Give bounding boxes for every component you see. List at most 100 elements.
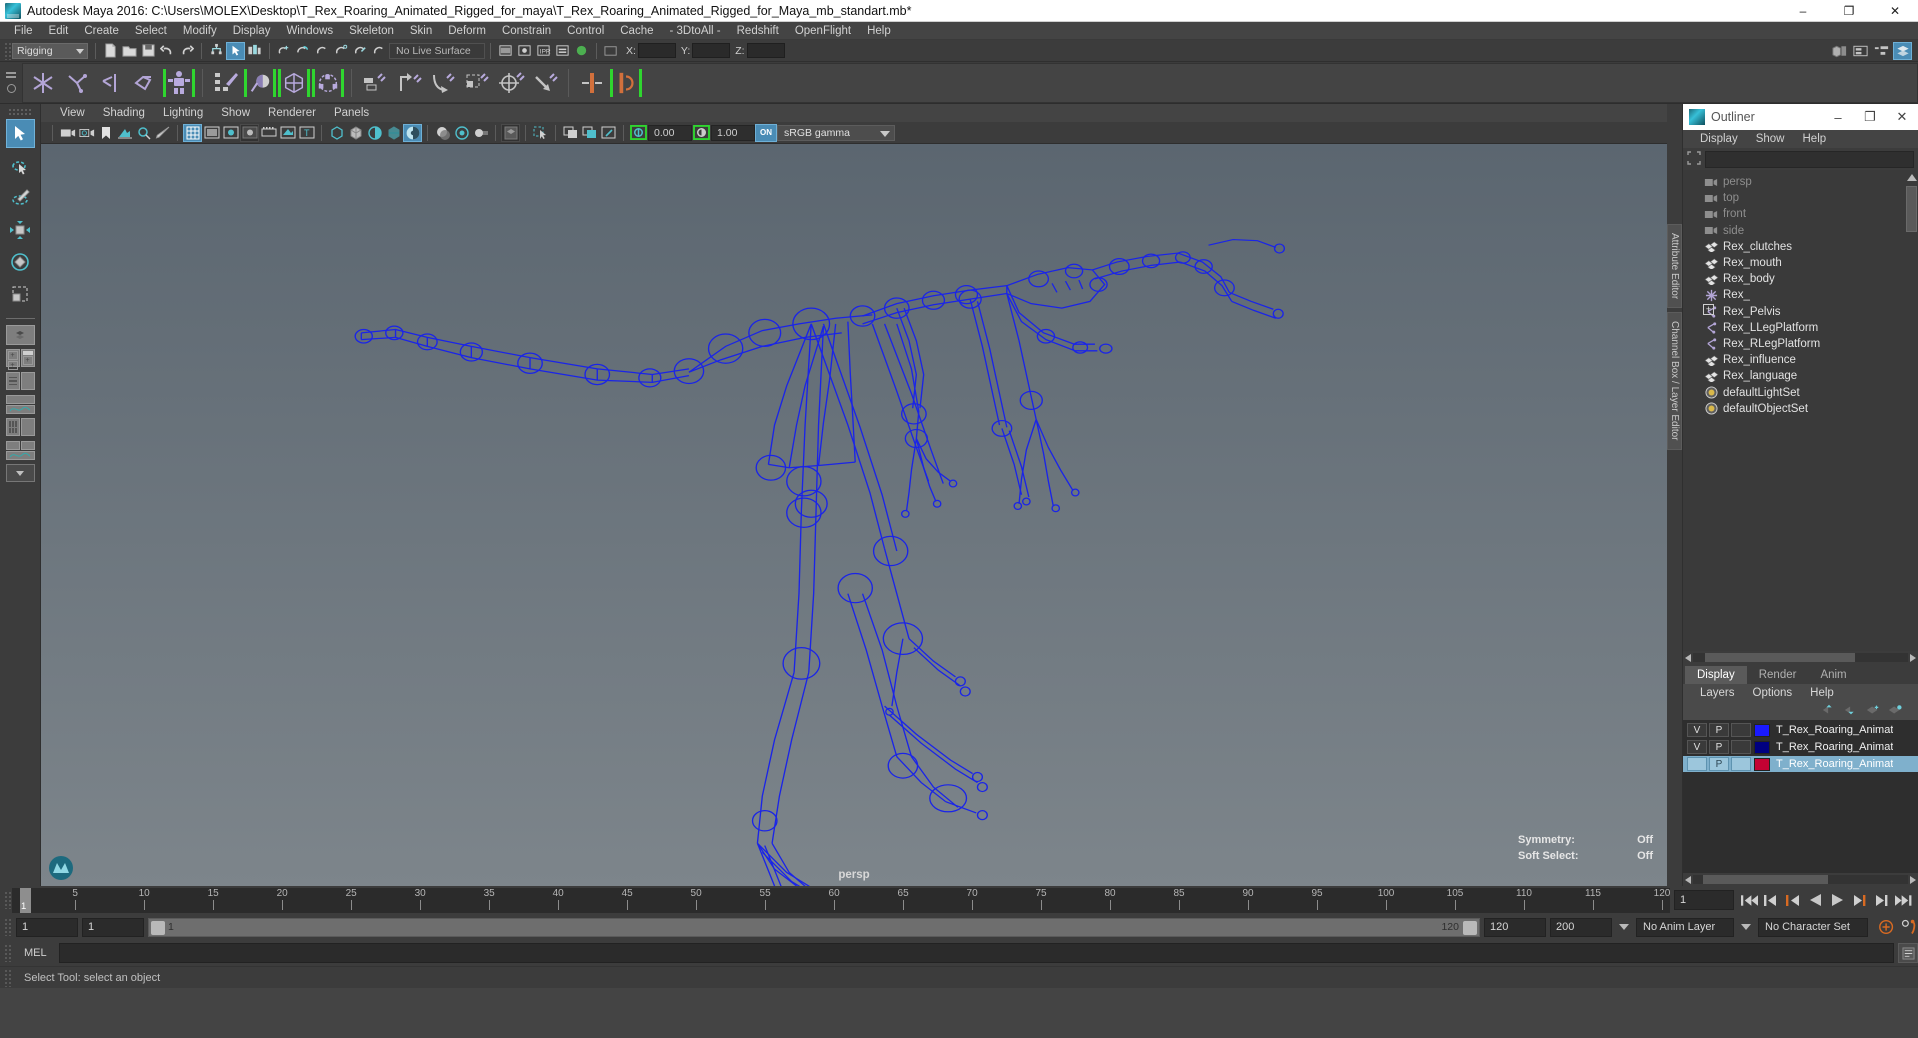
gamma-toggle-icon[interactable] [692,124,711,142]
command-input[interactable] [58,943,1894,963]
orient-constraint-icon[interactable] [427,67,459,99]
new-scene-icon[interactable] [101,42,120,60]
aim-constraint-icon[interactable] [495,67,527,99]
open-scene-icon[interactable] [120,42,139,60]
layer-row[interactable]: V P T_Rex_Roaring_Animat [1683,722,1918,738]
snapshot-view-icon[interactable] [599,124,618,142]
go-to-end-button[interactable] [1894,890,1912,910]
menu-set-selector[interactable]: Rigging [12,42,88,59]
outliner-item-rex-language[interactable]: Rex_language [1683,368,1918,384]
rangeslider-grip[interactable] [4,918,12,936]
exposure-toggle-icon[interactable] [629,124,648,142]
layer-row[interactable]: P T_Rex_Roaring_Animat [1683,756,1918,772]
hypershade-layout-button[interactable] [5,417,35,437]
shelf-tab-handle[interactable] [0,62,22,104]
show-attribute-editor-icon[interactable] [1851,42,1870,60]
shaded-wireframe-icon[interactable] [365,124,384,142]
outliner-item-defaultobjectset[interactable]: defaultObjectSet [1683,401,1918,417]
viewport-menu-lighting[interactable]: Lighting [154,107,212,119]
scroll-right-icon[interactable] [1910,875,1916,884]
layer-menu-layers[interactable]: Layers [1691,687,1744,699]
layer-display-type-toggle[interactable] [1731,757,1751,771]
commandline-grip[interactable] [4,944,12,962]
film-gate-icon[interactable] [202,124,221,142]
menu-cache[interactable]: Cache [612,22,661,40]
outliner-close-button[interactable]: ✕ [1886,104,1918,130]
outliner-persp-layout-button[interactable] [5,371,35,391]
layer-menu-help[interactable]: Help [1801,687,1843,699]
layer-name[interactable]: T_Rex_Roaring_Animat [1776,724,1893,736]
persp-outliner-graph-layout-button[interactable] [5,440,35,460]
animation-end-field[interactable]: 200 [1550,917,1612,937]
layer-horizontal-scrollbar[interactable] [1683,873,1918,886]
outliner-filter-icon[interactable] [1687,150,1701,168]
layer-display-type-toggle[interactable] [1731,723,1751,737]
select-hierarchy-icon[interactable] [207,42,226,60]
layer-visibility-toggle[interactable] [1687,757,1707,771]
show-modeling-toolkit-icon[interactable] [1830,42,1849,60]
outliner-maximize-button[interactable]: ❐ [1854,104,1886,130]
outliner-tree[interactable]: + persp top front side Rex_clutches Rex_… [1683,170,1918,651]
select-object-icon[interactable] [226,41,245,60]
move-tool-icon[interactable] [602,42,621,60]
play-backwards-button[interactable] [1806,890,1824,910]
pole-vector-constraint-icon[interactable] [529,67,561,99]
animation-preferences-icon[interactable] [1900,917,1918,937]
toolbox-grip[interactable] [8,108,32,116]
auto-keyframe-toggle-icon[interactable] [1878,917,1896,937]
tab-display[interactable]: Display [1685,666,1747,684]
chevron-down-icon[interactable] [1741,924,1751,930]
texture-icon[interactable]: T [297,124,316,142]
step-back-key-button[interactable] [1762,890,1780,910]
layer-playback-toggle[interactable]: P [1709,757,1729,771]
layer-visibility-toggle[interactable]: V [1687,740,1707,754]
move-tool-button[interactable] [6,215,35,244]
layer-playback-toggle[interactable]: P [1709,723,1729,737]
outliner-item-rex-mouth[interactable]: Rex_mouth [1683,255,1918,271]
chevron-down-icon[interactable] [1619,924,1629,930]
outliner-minimize-button[interactable]: – [1822,104,1854,130]
outliner-menu-help[interactable]: Help [1794,133,1836,145]
scale-tool-button[interactable] [6,279,35,308]
outliner-item-rex-llegplatform[interactable]: Rex_LLegPlatform [1683,320,1918,336]
bind-skin-icon[interactable] [244,67,276,99]
smooth-shading-icon[interactable] [346,124,365,142]
maximize-button[interactable]: ❐ [1826,0,1872,22]
step-forward-key-button[interactable] [1872,890,1890,910]
redo-icon[interactable] [177,42,196,60]
resolution-gate-icon[interactable] [221,124,240,142]
select-camera-icon[interactable] [58,124,77,142]
render-settings-icon[interactable] [553,42,572,60]
scroll-up-icon[interactable] [1906,174,1917,181]
select-component-icon[interactable] [245,42,264,60]
color-profile-dropdown[interactable]: sRGB gamma [777,124,895,141]
persp-graph-layout-button[interactable] [5,394,35,414]
viewport-menu-show[interactable]: Show [212,107,259,119]
interactive-bind-icon[interactable] [312,67,344,99]
outliner-vertical-scrollbar[interactable] [1906,172,1917,649]
play-forwards-button[interactable] [1828,890,1846,910]
outliner-horizontal-scrollbar[interactable] [1683,651,1918,664]
create-ik-handle-icon[interactable] [61,67,93,99]
xray-icon[interactable] [278,124,297,142]
select-objects-marquee-icon[interactable] [531,124,550,142]
isolate-select-icon[interactable] [501,123,520,142]
scroll-left-icon[interactable] [1685,653,1691,662]
outliner-item-front[interactable]: front [1683,206,1918,222]
layer-color-swatch[interactable] [1754,723,1770,737]
insert-joint-icon[interactable] [129,67,161,99]
menu-constrain[interactable]: Constrain [494,22,559,40]
render-view-icon[interactable] [496,42,515,60]
menu-deform[interactable]: Deform [440,22,494,40]
outliner-item-rex-pelvis[interactable]: Rex_Pelvis [1683,304,1918,320]
shadows-icon[interactable] [433,124,452,142]
four-view-layout-button[interactable]: + + + [5,348,35,370]
parent-constraint-icon[interactable] [359,67,391,99]
exposure-value-field[interactable]: 0.00 [648,124,692,141]
scroll-left-icon[interactable] [1685,875,1691,884]
color-management-toggle[interactable]: ON [755,123,777,142]
snap-point-icon[interactable] [313,42,332,60]
motion-blur-icon[interactable] [471,124,490,142]
quick-rig-icon[interactable] [163,67,195,99]
layer-playback-toggle[interactable]: P [1709,740,1729,754]
